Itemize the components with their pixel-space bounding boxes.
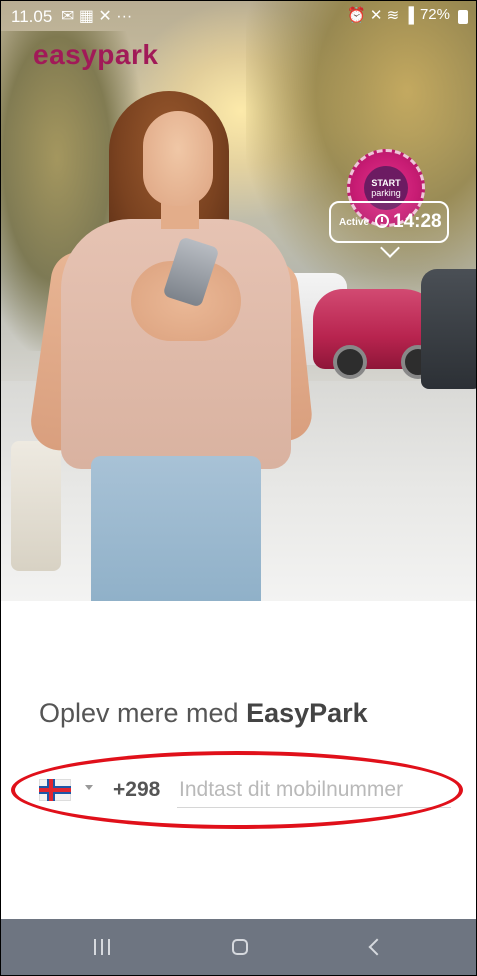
back-button[interactable] [329, 919, 419, 975]
android-nav-bar [1, 919, 476, 975]
home-icon [232, 939, 248, 955]
badge-start-label: START [371, 178, 401, 188]
status-bar: 11.05 ✉ ▦ ✕ ··· ⏰ ✕ ≋ ▐ 72% [1, 1, 476, 37]
woman-with-phone [11, 71, 321, 601]
flag-cross-red-v [49, 779, 53, 801]
headline-brand: EasyPark [246, 698, 368, 728]
battery-level: 72% [419, 6, 450, 23]
notification-icons: ✉ ▦ ✕ ··· [61, 8, 133, 25]
badge-parking-label: parking [371, 188, 401, 198]
country-dropdown-caret-icon[interactable] [85, 785, 93, 790]
flag-cross-red-h [39, 788, 71, 792]
recent-apps-button[interactable] [57, 919, 147, 975]
active-timer-bubble: Active 14:28 [329, 201, 449, 258]
home-button[interactable] [195, 919, 285, 975]
page-headline: Oplev mere med EasyPark [39, 698, 368, 729]
clock-icon [375, 214, 389, 228]
face [143, 111, 213, 206]
bag [11, 441, 61, 571]
headline-prefix: Oplev mere med [39, 698, 239, 728]
recent-apps-icon [94, 939, 110, 955]
car-wheel [333, 345, 367, 379]
back-icon [368, 938, 386, 956]
jeans [91, 456, 261, 601]
system-icons: ⏰ ✕ ≋ ▐ 72% [347, 6, 450, 24]
faroe-islands-flag-icon[interactable] [39, 779, 71, 801]
app-screen: START parking Active 14:28 11.05 ✉ ▦ ✕ ·… [0, 0, 477, 976]
battery-icon [458, 10, 468, 24]
car-dark [421, 269, 476, 389]
easypark-logo: easypark [33, 39, 159, 70]
hero-image: START parking Active 14:28 [1, 1, 476, 601]
status-time: 11.05 [11, 7, 53, 26]
active-label: Active [339, 217, 370, 228]
system-glyphs: ⏰ ✕ ≋ ▐ [347, 7, 414, 24]
active-time: 14:28 [393, 211, 442, 232]
country-code[interactable]: +298 [113, 778, 160, 802]
phone-entry-row: +298 [33, 767, 453, 817]
phone-number-input[interactable] [177, 773, 451, 808]
